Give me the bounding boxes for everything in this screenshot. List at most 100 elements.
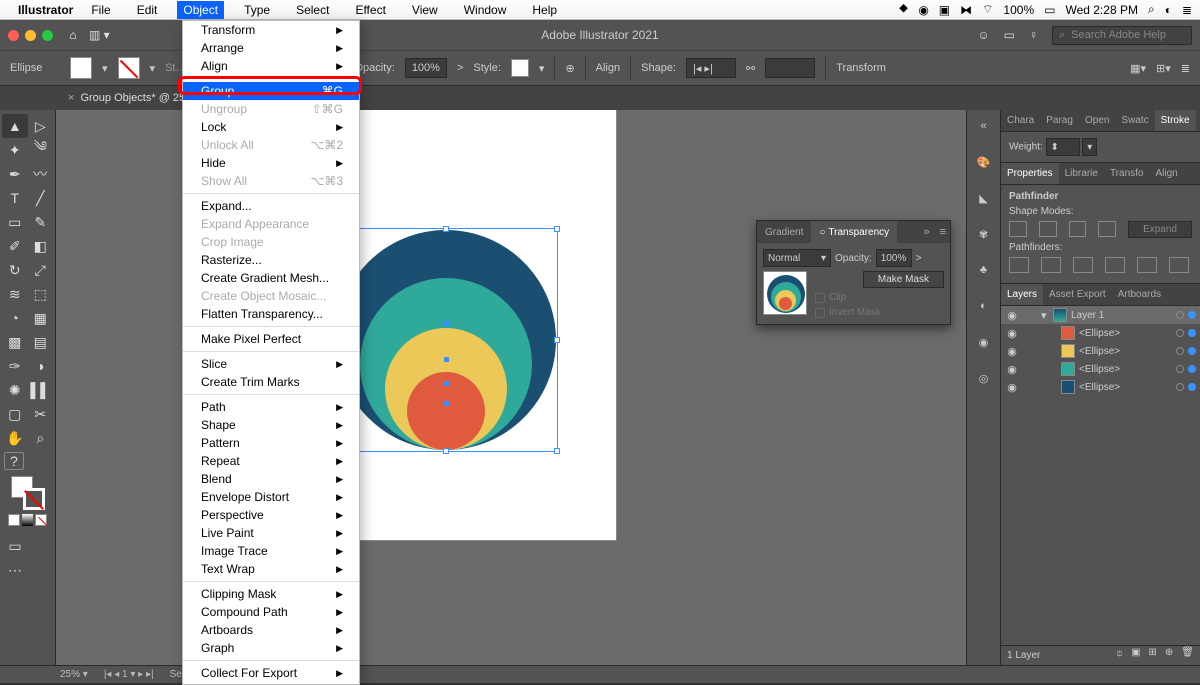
opacity-input[interactable]: 100% — [876, 249, 912, 267]
fill-dropdown[interactable]: ▾ — [102, 62, 108, 75]
style-swatch[interactable] — [511, 59, 529, 77]
brushes-panel-icon[interactable]: ✾ — [972, 222, 996, 246]
home-icon[interactable]: ⌂ — [65, 28, 81, 42]
menu-item-expand-[interactable]: Expand... — [183, 197, 359, 215]
menu-item-rasterize-[interactable]: Rasterize... — [183, 251, 359, 269]
snap-icon[interactable]: ⊞▾ — [1156, 62, 1171, 75]
tab-gradient[interactable]: Gradient — [757, 221, 811, 243]
stroke-swatch[interactable] — [118, 57, 140, 79]
panel-menu-icon[interactable]: ≣ — [1181, 62, 1190, 75]
shape-builder-tool[interactable]: ◔ — [2, 306, 28, 330]
menu-item-graph[interactable]: Graph▶ — [183, 639, 359, 657]
menu-item-arrange[interactable]: Arrange▶ — [183, 39, 359, 57]
exclude-button[interactable] — [1098, 221, 1116, 237]
transform-label[interactable]: Transform — [836, 62, 886, 74]
menu-item-perspective[interactable]: Perspective▶ — [183, 506, 359, 524]
hand-tool[interactable]: ✋ — [2, 426, 28, 450]
tab-stroke[interactable]: Stroke — [1155, 110, 1196, 131]
menu-type[interactable]: Type — [238, 1, 276, 19]
menu-help[interactable]: Help — [526, 1, 563, 19]
minus-back-button[interactable] — [1169, 257, 1189, 273]
delete-layer-icon[interactable]: 🗑 — [1181, 647, 1194, 664]
bluetooth-icon[interactable]: ⧓ — [960, 3, 972, 17]
lightbulb-icon[interactable]: ♀ — [1029, 28, 1038, 42]
visibility-icon[interactable]: ◉ — [1005, 381, 1019, 394]
opacity-field[interactable]: 100% — [405, 58, 447, 78]
symbol-spray-tool[interactable]: ✺ — [2, 378, 28, 402]
brush-tool[interactable]: ✎ — [28, 210, 54, 234]
artboard-tool[interactable]: ▢ — [2, 402, 28, 426]
arrange-docs-icon[interactable]: ▭ — [1004, 28, 1015, 42]
expand-shape-button[interactable]: Expand — [1128, 221, 1192, 238]
graph-tool[interactable]: ▌▌ — [28, 378, 54, 402]
tab-libraries[interactable]: Librarie — [1059, 163, 1104, 184]
slice-tool[interactable]: ✂ — [28, 402, 54, 426]
edit-toolbar-button[interactable]: ⋯ — [2, 558, 28, 582]
curvature-tool[interactable]: 〰 — [28, 162, 54, 186]
target-icon[interactable] — [1176, 311, 1184, 319]
transparency-thumbnail[interactable] — [763, 271, 807, 315]
make-clipping-icon[interactable]: ▣ — [1131, 647, 1140, 664]
graphic-styles-icon[interactable]: ◎ — [972, 366, 996, 390]
menu-edit[interactable]: Edit — [131, 1, 164, 19]
lasso-tool[interactable]: ༄ — [28, 138, 54, 162]
menu-item-compound-path[interactable]: Compound Path▶ — [183, 603, 359, 621]
menu-item-repeat[interactable]: Repeat▶ — [183, 452, 359, 470]
layer-row[interactable]: ◉▾ Layer 1 — [1001, 306, 1200, 324]
visibility-icon[interactable]: ◉ — [1005, 309, 1019, 322]
eraser-tool[interactable]: ◧ — [28, 234, 54, 258]
make-mask-button[interactable]: Make Mask — [863, 271, 944, 288]
pen-tool[interactable]: ✒ — [2, 162, 28, 186]
outline-button[interactable] — [1137, 257, 1157, 273]
magic-wand-tool[interactable]: ✦ — [2, 138, 28, 162]
recolor-icon[interactable]: ⊕ — [565, 62, 574, 75]
user-icon[interactable]: ☺ — [977, 28, 989, 42]
rotate-tool[interactable]: ↻ — [2, 258, 28, 282]
menu-item-blend[interactable]: Blend▶ — [183, 470, 359, 488]
tab-transparency[interactable]: ○Transparency — [811, 221, 897, 243]
screenshot-icon[interactable]: ▣ — [939, 3, 950, 17]
tab-properties[interactable]: Properties — [1001, 163, 1059, 184]
appearance-panel-icon[interactable]: ◉ — [972, 330, 996, 354]
tab-paragraph[interactable]: Parag — [1040, 110, 1079, 131]
cc-icon[interactable]: ◉ — [918, 3, 928, 17]
visibility-icon[interactable]: ◉ — [1005, 363, 1019, 376]
tab-character[interactable]: Chara — [1001, 110, 1040, 131]
menu-item-clipping-mask[interactable]: Clipping Mask▶ — [183, 585, 359, 603]
layer-row[interactable]: ◉<Ellipse> — [1001, 342, 1200, 360]
menu-item-envelope-distort[interactable]: Envelope Distort▶ — [183, 488, 359, 506]
transparency-panel[interactable]: Gradient ○Transparency » ≡ Normal▾ Opaci… — [756, 220, 951, 325]
menu-item-flatten-transparency-[interactable]: Flatten Transparency... — [183, 305, 359, 323]
app-name[interactable]: Illustrator — [18, 3, 73, 17]
line-tool[interactable]: ╱ — [28, 186, 54, 210]
select-indicator[interactable] — [1188, 311, 1196, 319]
crop-button[interactable] — [1105, 257, 1125, 273]
zoom-tool[interactable]: ⌕ — [28, 426, 54, 450]
menu-item-create-trim-marks[interactable]: Create Trim Marks — [183, 373, 359, 391]
locate-layer-icon[interactable]: ⯐ — [1116, 647, 1124, 664]
menu-item-slice[interactable]: Slice▶ — [183, 355, 359, 373]
wifi-icon[interactable]: ⌔ — [982, 2, 993, 17]
expand-panel-icon[interactable]: » — [917, 226, 935, 238]
visibility-icon[interactable]: ◉ — [1005, 327, 1019, 340]
collapse-panels-icon[interactable]: « — [972, 114, 996, 138]
panel-menu-icon[interactable]: ≡ — [936, 226, 950, 238]
tab-swatches[interactable]: Swatc — [1115, 110, 1154, 131]
rectangle-tool[interactable]: ▭ — [2, 210, 28, 234]
menu-select[interactable]: Select — [290, 1, 335, 19]
layer-row[interactable]: ◉<Ellipse> — [1001, 360, 1200, 378]
menu-item-hide[interactable]: Hide▶ — [183, 154, 359, 172]
weight-dropdown[interactable]: ▾ — [1082, 138, 1097, 156]
visibility-icon[interactable]: ◉ — [1005, 345, 1019, 358]
menu-view[interactable]: View — [406, 1, 444, 19]
tab-opentype[interactable]: Open — [1079, 110, 1115, 131]
menu-item-align[interactable]: Align▶ — [183, 57, 359, 75]
menu-item-create-gradient-mesh-[interactable]: Create Gradient Mesh... — [183, 269, 359, 287]
menu-item-live-paint[interactable]: Live Paint▶ — [183, 524, 359, 542]
menu-effect[interactable]: Effect — [349, 1, 391, 19]
color-guide-icon[interactable]: ◣ — [972, 186, 996, 210]
new-sublayer-icon[interactable]: ⊞ — [1149, 647, 1157, 664]
opacity-popup[interactable]: > — [916, 253, 922, 264]
link-icon[interactable]: ⚯ — [746, 62, 755, 75]
clock[interactable]: Wed 2:28 PM — [1065, 3, 1137, 17]
